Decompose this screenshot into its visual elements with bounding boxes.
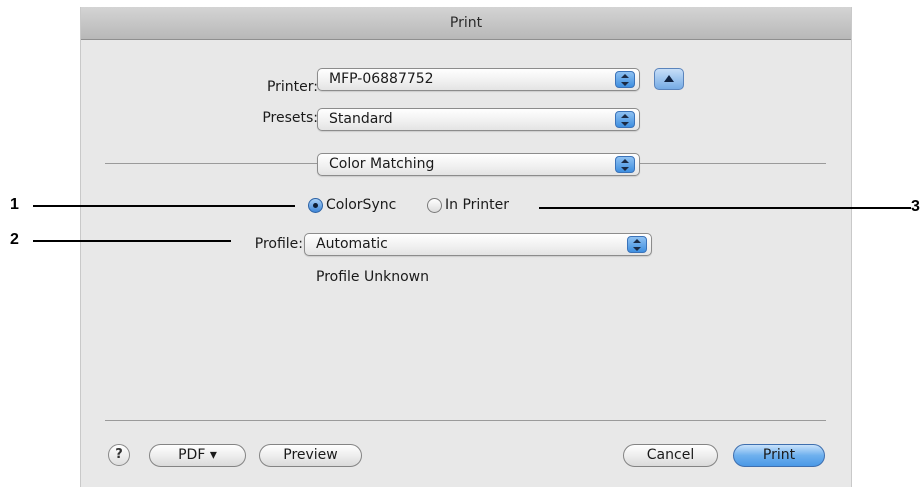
footer-separator [105,420,826,421]
profile-status: Profile Unknown [316,269,429,285]
updown-arrows-icon [615,71,635,88]
panel-value: Color Matching [329,156,435,172]
updown-arrows-icon [615,156,635,173]
separator-right [640,163,826,164]
cancel-button[interactable]: Cancel [623,444,718,467]
callout-number-1: 1 [10,196,19,213]
presets-label: Presets: [262,110,318,126]
printer-value: MFP-06887752 [329,71,434,87]
print-dialog: Print Printer: MFP-06887752 Presets: Sta… [80,7,852,487]
profile-popup[interactable]: Automatic [304,233,652,256]
callout-number-2: 2 [10,231,19,248]
callout-line-2 [33,240,231,242]
pdf-menu-button[interactable]: PDF ▾ [149,444,246,467]
in-printer-label[interactable]: In Printer [445,197,509,213]
callout-line-3 [539,207,911,209]
updown-arrows-icon [627,236,647,253]
triangle-up-icon [664,75,674,82]
separator-left [105,163,317,164]
profile-label: Profile: [254,236,303,252]
callout-line-1 [33,205,295,207]
printer-popup[interactable]: MFP-06887752 [317,68,640,91]
panel-popup[interactable]: Color Matching [317,153,640,176]
print-button[interactable]: Print [733,444,825,467]
presets-popup[interactable]: Standard [317,108,640,131]
disclosure-triangle-button[interactable] [654,68,684,90]
in-printer-radio[interactable] [427,198,442,213]
callout-number-3: 3 [911,198,920,215]
profile-value: Automatic [316,236,388,252]
dialog-title: Print [81,7,851,40]
presets-value: Standard [329,111,393,127]
help-button[interactable]: ? [108,444,130,466]
preview-button[interactable]: Preview [259,444,362,467]
updown-arrows-icon [615,111,635,128]
colorsync-label[interactable]: ColorSync [326,197,396,213]
printer-label: Printer: [266,79,318,95]
colorsync-radio[interactable] [308,198,323,213]
